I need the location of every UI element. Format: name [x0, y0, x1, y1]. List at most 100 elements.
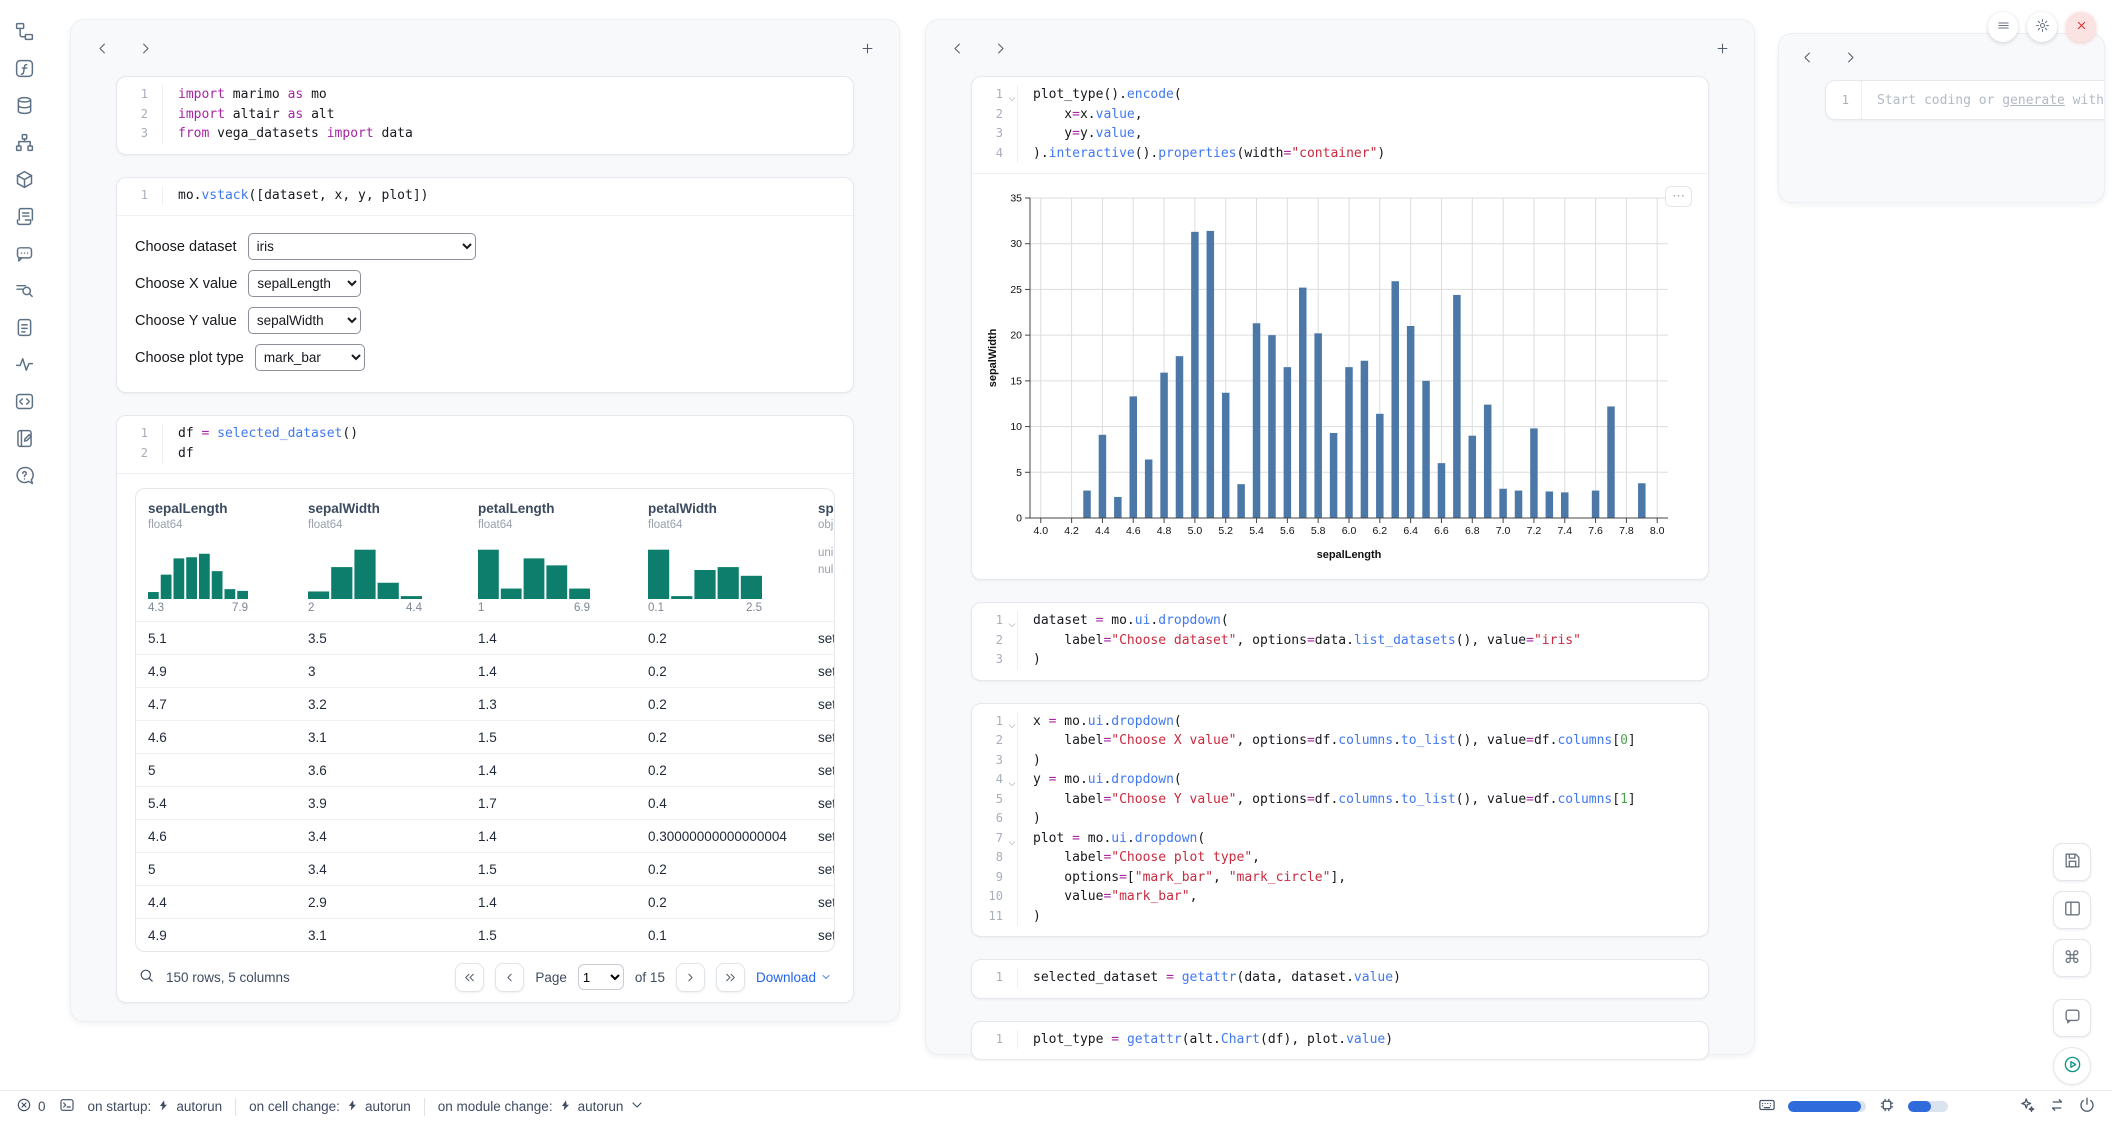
terminal-icon: [59, 1097, 75, 1116]
ai-sparkle-icon[interactable]: [2018, 1096, 2036, 1117]
chat-panel-button[interactable]: [2053, 999, 2091, 1037]
chart-menu-button[interactable]: ⋯: [1665, 186, 1692, 207]
help-icon[interactable]: [13, 464, 35, 486]
autorun-config-item[interactable]: on module change:autorun: [438, 1097, 646, 1116]
table-cell: setosa: [806, 763, 834, 778]
code-editor[interactable]: 1x = mo.ui.dropdown(2 label="Choose X va…: [972, 704, 1708, 937]
dropdown-label: Choose dataset: [135, 239, 237, 255]
choose-x-value-select[interactable]: sepalLength: [248, 270, 361, 297]
svg-text:4.4: 4.4: [1095, 525, 1110, 537]
chevron-left-icon[interactable]: [95, 41, 110, 56]
function-icon[interactable]: [13, 57, 35, 79]
code-editor[interactable]: 1dataset = mo.ui.dropdown(2 label="Choos…: [972, 603, 1708, 680]
download-button[interactable]: Download: [756, 970, 832, 985]
code-editor[interactable]: 1df = selected_dataset()2df: [117, 416, 853, 473]
chevron-right-icon[interactable]: [993, 41, 1008, 56]
choose-dataset-select[interactable]: iris: [248, 233, 476, 260]
table-body: 5.13.51.40.2setosa4.931.40.2setosa4.73.2…: [136, 621, 834, 951]
autorun-config-item[interactable]: on cell change:autorun: [249, 1099, 411, 1115]
package-icon[interactable]: [13, 168, 35, 190]
code-line: 7plot = mo.ui.dropdown(: [972, 829, 1708, 849]
page-count: of 15: [635, 970, 665, 985]
table-cell: 1.3: [466, 697, 636, 712]
next-page-button[interactable]: [676, 963, 705, 992]
ai-chat-icon[interactable]: [13, 242, 35, 264]
snippets-icon[interactable]: [13, 390, 35, 412]
add-cell-button[interactable]: [860, 41, 875, 56]
page-select[interactable]: 1: [578, 964, 624, 990]
add-cell-button[interactable]: [1715, 41, 1730, 56]
chevron-left-icon[interactable]: [950, 41, 965, 56]
search-icon[interactable]: [138, 967, 155, 987]
document-icon[interactable]: [13, 316, 35, 338]
cell-imports: 1import marimo as mo2import altair as al…: [116, 76, 854, 155]
column-header-sepalWidth[interactable]: sepalWidthfloat6424.4: [296, 501, 466, 621]
column-header-petalWidth[interactable]: petalWidthfloat640.12.5: [636, 501, 806, 621]
save-button[interactable]: [2053, 843, 2091, 881]
svg-text:4.2: 4.2: [1064, 525, 1079, 537]
line-number: 1: [972, 611, 1018, 631]
notebook-icon[interactable]: [13, 427, 35, 449]
chevron-right-icon[interactable]: [1843, 50, 1858, 65]
shutdown-button[interactable]: [2066, 12, 2096, 42]
choose-plot-type-select[interactable]: mark_bar: [255, 344, 365, 371]
first-page-button[interactable]: [455, 963, 484, 992]
code-line: 4).interactive().properties(width="conta…: [972, 144, 1708, 164]
code-text: ): [1018, 907, 1041, 927]
svg-text:25: 25: [1010, 284, 1022, 296]
table-summary: 150 rows, 5 columns: [166, 970, 290, 985]
table-cell: 4.9: [136, 928, 296, 943]
power-icon[interactable]: [2078, 1096, 2096, 1117]
fold-chevron-icon[interactable]: [1006, 617, 1017, 628]
fold-chevron-icon[interactable]: [1006, 776, 1017, 787]
tracing-icon[interactable]: [13, 353, 35, 375]
settings-button[interactable]: [2027, 12, 2057, 42]
lightning-icon: [346, 1099, 359, 1115]
code-editor[interactable]: 1import marimo as mo2import altair as al…: [117, 77, 853, 154]
column-middle: 1plot_type().encode(2 x=x.value,3 y=y.va…: [925, 19, 1755, 1055]
menu-button[interactable]: [1988, 12, 2018, 42]
svg-text:5.8: 5.8: [1311, 525, 1326, 537]
table-cell: 0.2: [636, 664, 806, 679]
keyboard-icon[interactable]: [1758, 1096, 1776, 1117]
outline-search-icon[interactable]: [13, 279, 35, 301]
chevron-right-icon[interactable]: [138, 41, 153, 56]
code-line: 3 y=y.value,: [972, 124, 1708, 144]
dependency-graph-icon[interactable]: [13, 131, 35, 153]
logs-icon[interactable]: [13, 205, 35, 227]
database-icon[interactable]: [13, 94, 35, 116]
cell-plot-type: 1plot_type = getattr(alt.Chart(df), plot…: [971, 1021, 1709, 1061]
svg-text:4.0: 4.0: [1033, 525, 1048, 537]
prev-page-button[interactable]: [495, 963, 524, 992]
choose-y-value-select[interactable]: sepalWidth: [248, 307, 361, 334]
fold-chevron-icon[interactable]: [1006, 835, 1017, 846]
fold-chevron-icon[interactable]: [1006, 718, 1017, 729]
terminal-button[interactable]: [59, 1097, 75, 1116]
bar-chart[interactable]: 051015202530354.04.24.44.64.85.05.25.45.…: [982, 186, 1702, 569]
fold-chevron-icon[interactable]: [1006, 91, 1017, 102]
code-editor[interactable]: 1mo.vstack([dataset, x, y, plot]): [117, 178, 853, 216]
code-text: selected_dataset = getattr(data, dataset…: [1018, 968, 1401, 988]
column-middle-header: [926, 20, 1754, 76]
cell-vstack: 1mo.vstack([dataset, x, y, plot]) Choose…: [116, 177, 854, 394]
code-editor[interactable]: 1plot_type = getattr(alt.Chart(df), plot…: [972, 1022, 1708, 1060]
autorun-config-item[interactable]: on startup:autorun: [88, 1099, 223, 1115]
last-page-button[interactable]: [716, 963, 745, 992]
keyboard-shortcuts-button[interactable]: ⌘: [2053, 939, 2091, 977]
chevron-left-icon[interactable]: [1800, 50, 1815, 65]
code-editor[interactable]: 1plot_type().encode(2 x=x.value,3 y=y.va…: [972, 77, 1708, 173]
column-header-species[interactable]: speciesobjectunique:nulls:: [806, 501, 834, 621]
run-button[interactable]: [2053, 1047, 2091, 1085]
empty-code-cell[interactable]: 1 Start coding or generate with AI: [1825, 80, 2105, 120]
column-header-petalLength[interactable]: petalLengthfloat6416.9: [466, 501, 636, 621]
error-indicator[interactable]: 0: [16, 1097, 46, 1116]
layout-button[interactable]: [2053, 891, 2091, 929]
swap-arrows-icon[interactable]: [2048, 1096, 2066, 1117]
code-editor[interactable]: 1selected_dataset = getattr(data, datase…: [972, 960, 1708, 998]
column-header-sepalLength[interactable]: sepalLengthfloat644.37.9: [136, 501, 296, 621]
svg-text:15: 15: [1010, 375, 1022, 387]
file-tree-icon[interactable]: [13, 20, 35, 42]
code-text: from vega_datasets import data: [163, 124, 413, 144]
code-text: df = selected_dataset(): [163, 424, 358, 444]
code-text: ): [1018, 650, 1041, 670]
